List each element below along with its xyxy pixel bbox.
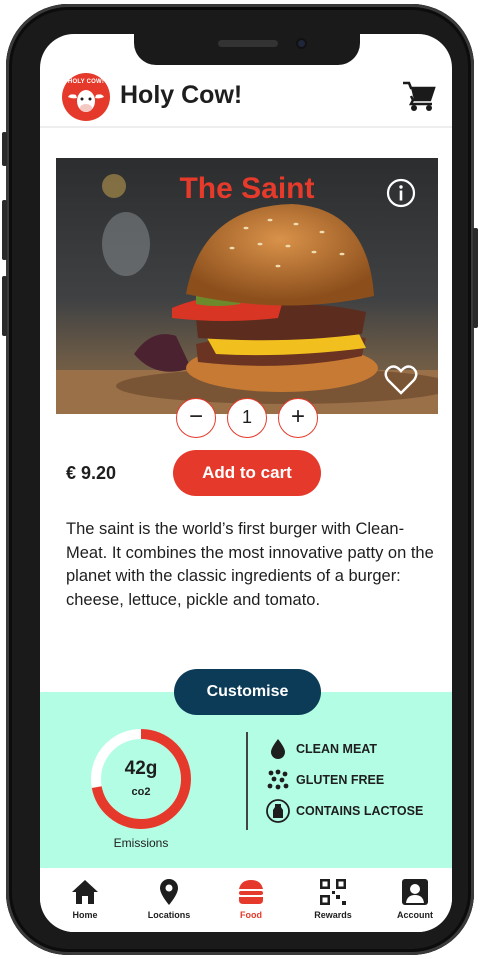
nav-label: Locations: [147, 910, 191, 920]
heart-icon: [384, 365, 418, 395]
nav-label: Food: [240, 910, 262, 920]
nav-item-rewards[interactable]: Rewards: [298, 878, 368, 926]
nav-label: Rewards: [314, 910, 352, 920]
customise-button[interactable]: Customise: [174, 669, 321, 715]
product-price: € 9.20: [66, 463, 117, 483]
attribute-contains-lactose: CONTAINS LACTOSE: [266, 799, 446, 823]
product-name: The Saint: [179, 172, 315, 205]
quantity-value: 1: [227, 398, 267, 438]
phone-frame: HOLY COW! Holy Cow! The Saint − 1 + € 9.…: [2, 4, 478, 955]
nav-label: Account: [397, 910, 433, 920]
account-icon: [402, 879, 428, 905]
quantity-stepper: − 1 +: [176, 398, 318, 438]
speaker: [218, 40, 278, 47]
power-button: [473, 228, 478, 328]
front-camera: [296, 38, 307, 49]
cow-head-icon: [68, 90, 104, 112]
app-header: HOLY COW! Holy Cow!: [40, 68, 452, 128]
burger-icon: [239, 880, 263, 904]
product-image: The Saint: [56, 158, 438, 414]
attribute-label: GLUTEN FREE: [296, 773, 385, 787]
attribute-label: CONTAINS LACTOSE: [296, 804, 424, 818]
bottom-nav: Home Locations Food Rewards Account: [40, 868, 452, 932]
panel-divider: [246, 732, 248, 830]
app-title: Holy Cow!: [120, 81, 243, 109]
dots-icon: [267, 769, 289, 790]
qr-code-icon: [320, 879, 346, 905]
attribute-label: CLEAN MEAT: [296, 742, 378, 756]
home-icon: [72, 880, 98, 904]
decrease-quantity-button[interactable]: −: [176, 398, 216, 438]
info-icon: [386, 178, 416, 208]
milk-bottle-icon: [266, 799, 290, 823]
screen: HOLY COW! Holy Cow! The Saint − 1 + € 9.…: [40, 34, 452, 932]
mute-switch: [2, 132, 7, 166]
product-description: The saint is the world’s first burger wi…: [66, 520, 434, 609]
volume-down-button: [2, 276, 7, 336]
droplet-icon: [271, 739, 285, 759]
volume-up-button: [2, 200, 7, 260]
emissions-value: 42g: [124, 758, 158, 779]
emissions-unit: co2: [131, 786, 151, 798]
nav-label: Home: [72, 910, 98, 920]
info-button[interactable]: [386, 178, 416, 208]
nav-item-locations[interactable]: Locations: [134, 878, 204, 926]
attribute-clean-meat: CLEAN MEAT: [266, 737, 446, 761]
nav-item-home[interactable]: Home: [50, 878, 120, 926]
emissions-label: Emissions: [113, 836, 169, 850]
nav-item-food[interactable]: Food: [216, 878, 286, 926]
increase-quantity-button[interactable]: +: [278, 398, 318, 438]
cart-button[interactable]: [402, 80, 436, 112]
notch: [134, 34, 360, 65]
add-to-cart-button[interactable]: Add to cart: [173, 450, 321, 496]
nav-item-account[interactable]: Account: [380, 878, 450, 926]
attribute-gluten-free: GLUTEN FREE: [266, 768, 446, 792]
shopping-cart-icon: [403, 81, 436, 111]
location-pin-icon: [160, 879, 178, 905]
favourite-button[interactable]: [384, 364, 418, 396]
holy-cow-logo[interactable]: HOLY COW!: [62, 73, 110, 121]
